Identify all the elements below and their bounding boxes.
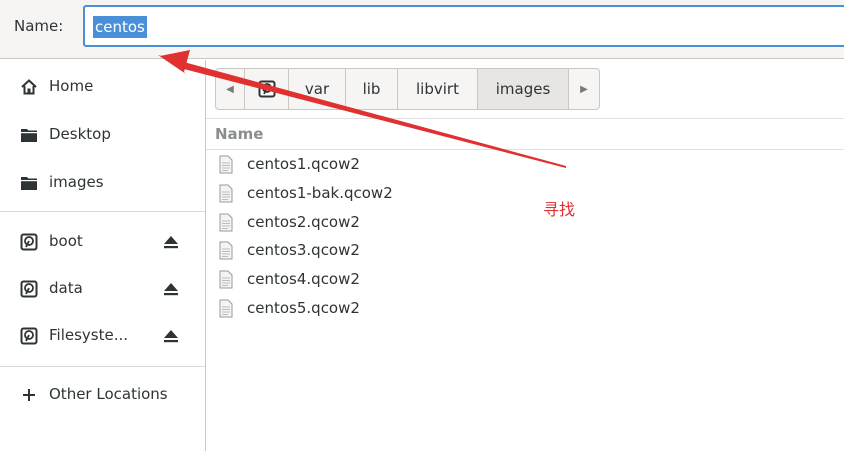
- home-icon: [21, 79, 37, 95]
- document-icon: [219, 184, 233, 203]
- sidebar-item-home[interactable]: Home: [0, 65, 205, 109]
- drive-icon: [20, 327, 38, 345]
- sidebar-item-other-locations[interactable]: Other Locations: [0, 373, 205, 417]
- path-bar: ◀ var lib libvirt images ▶: [215, 68, 600, 110]
- sidebar-item-images[interactable]: images: [0, 161, 205, 205]
- eject-icon[interactable]: [163, 234, 179, 250]
- sidebar-item-boot[interactable]: boot: [0, 220, 205, 264]
- file-name: centos1-bak.qcow2: [247, 184, 393, 202]
- eject-icon[interactable]: [163, 281, 179, 297]
- sidebar-item-desktop[interactable]: Desktop: [0, 113, 205, 157]
- chevron-left-icon: ◀: [226, 83, 234, 95]
- sidebar-item-label: data: [49, 279, 83, 297]
- file-row[interactable]: centos5.qcow2: [206, 295, 844, 324]
- sidebar-separator: [0, 366, 205, 367]
- folder-icon: [21, 129, 37, 142]
- file-name: centos2.qcow2: [247, 213, 360, 231]
- file-row[interactable]: centos1.qcow2: [206, 151, 844, 180]
- sidebar-item-label: Home: [49, 77, 94, 95]
- file-name: centos5.qcow2: [247, 299, 360, 317]
- sidebar-item-label: boot: [49, 232, 83, 250]
- document-icon: [219, 241, 233, 260]
- annotation-label: 寻找: [543, 200, 576, 219]
- sidebar-separator: [0, 211, 205, 212]
- path-segment-var[interactable]: var: [289, 69, 346, 109]
- file-name: centos4.qcow2: [247, 270, 360, 288]
- sidebar-item-label: Filesyste...: [49, 326, 129, 344]
- folder-icon: [21, 177, 37, 190]
- path-segment-lib[interactable]: lib: [346, 69, 398, 109]
- column-header-name[interactable]: Name: [206, 118, 844, 150]
- plus-icon: [23, 389, 35, 401]
- sidebar: Home Desktop images boot data Filesyste.…: [0, 60, 206, 451]
- path-segment-libvirt[interactable]: libvirt: [398, 69, 478, 109]
- file-name: centos3.qcow2: [247, 241, 360, 259]
- sidebar-item-filesystem[interactable]: Filesyste...: [0, 314, 205, 358]
- document-icon: [219, 213, 233, 232]
- drive-icon: [20, 233, 38, 251]
- path-root-button[interactable]: [245, 69, 289, 109]
- document-icon: [219, 155, 233, 174]
- path-segment-images[interactable]: images: [478, 69, 569, 109]
- drive-icon: [20, 280, 38, 298]
- name-input-selected-text[interactable]: centos: [93, 16, 147, 38]
- name-bar: Name: centos: [0, 0, 844, 59]
- name-input[interactable]: centos: [83, 5, 844, 47]
- file-row[interactable]: centos1-bak.qcow2: [206, 180, 844, 209]
- file-row[interactable]: centos3.qcow2: [206, 237, 844, 266]
- document-icon: [219, 270, 233, 289]
- drive-icon: [258, 80, 275, 98]
- path-scroll-left-button[interactable]: ◀: [216, 69, 245, 109]
- path-scroll-right-button[interactable]: ▶: [569, 69, 599, 109]
- eject-icon[interactable]: [163, 328, 179, 344]
- name-label: Name:: [14, 17, 64, 35]
- sidebar-item-label: Desktop: [49, 125, 111, 143]
- column-header-label: Name: [215, 125, 264, 143]
- document-icon: [219, 299, 233, 318]
- chevron-right-icon: ▶: [580, 83, 588, 95]
- file-name: centos1.qcow2: [247, 155, 360, 173]
- sidebar-item-data[interactable]: data: [0, 267, 205, 311]
- file-row[interactable]: centos2.qcow2: [206, 209, 844, 238]
- sidebar-item-label: images: [49, 173, 104, 191]
- sidebar-item-label: Other Locations: [49, 385, 168, 403]
- file-row[interactable]: centos4.qcow2: [206, 266, 844, 295]
